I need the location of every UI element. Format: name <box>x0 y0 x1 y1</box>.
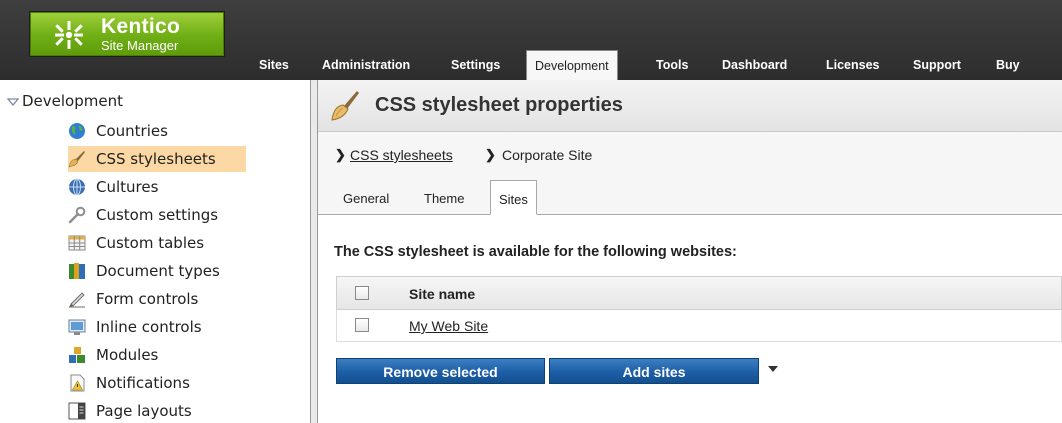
tab-theme[interactable]: Theme <box>424 191 464 206</box>
remove-selected-button[interactable]: Remove selected <box>336 358 545 384</box>
tree-item-page-layouts[interactable]: Page layouts <box>68 398 248 423</box>
row-checkbox[interactable] <box>355 318 369 332</box>
tree-item-modules[interactable]: Modules <box>68 342 248 368</box>
tree-item-custom-tables[interactable]: Custom tables <box>68 230 248 256</box>
tree-item-inline-controls[interactable]: Inline controls <box>68 314 248 340</box>
tree-item-document-types[interactable]: Document types <box>68 258 248 284</box>
brush-icon <box>331 91 359 121</box>
breadcrumb-current: Corporate Site <box>502 147 593 163</box>
tree-root-development[interactable]: Development <box>22 92 123 110</box>
tab-dashboard[interactable]: Dashboard <box>722 50 787 80</box>
breadcrumb-arrow-icon: ❯ <box>335 147 346 162</box>
tab-settings[interactable]: Settings <box>451 50 500 80</box>
sites-heading: The CSS stylesheet is available for the … <box>334 244 737 260</box>
tab-development[interactable]: Development <box>526 50 618 80</box>
tree-item-custom-settings[interactable]: Custom settings <box>68 202 248 228</box>
breadcrumb: ❯ CSS stylesheets ❯ Corporate Site <box>318 132 1062 184</box>
add-sites-button[interactable]: Add sites <box>549 358 759 384</box>
tab-buy[interactable]: Buy <box>996 50 1020 80</box>
brand-name: Kentico <box>101 15 181 38</box>
tree-item-label: Cultures <box>96 178 159 196</box>
monitor-icon <box>68 319 86 335</box>
culture-globe-icon <box>69 178 85 196</box>
tree-item-form-controls[interactable]: Form controls <box>68 286 248 312</box>
page-layout-icon <box>68 402 86 420</box>
tree-item-cultures[interactable]: Cultures <box>68 174 248 200</box>
tree-item-label: Page layouts <box>96 402 192 420</box>
sites-content: The CSS stylesheet is available for the … <box>318 215 1062 423</box>
property-tabs: General Theme Sites <box>318 180 1062 215</box>
tree-item-label: Countries <box>96 122 168 140</box>
site-link[interactable]: My Web Site <box>409 318 488 334</box>
tree-item-label: Notifications <box>96 374 190 392</box>
tree-item-notifications[interactable]: Notifications <box>68 370 248 396</box>
tree-item-label: Inline controls <box>96 318 202 336</box>
book-icon <box>69 263 85 279</box>
tree-item-label: Modules <box>96 346 159 364</box>
notification-icon <box>70 374 85 392</box>
development-tree: Development Countries CSS stylesheets Cu… <box>0 80 310 423</box>
globe-icon <box>69 123 85 139</box>
page-title-bar: CSS stylesheet properties <box>318 80 1062 132</box>
tree-item-label: Document types <box>96 262 220 280</box>
brush-icon <box>68 151 85 168</box>
tab-tools[interactable]: Tools <box>656 50 688 80</box>
pen-icon <box>69 292 85 308</box>
grid-header: Site name <box>336 276 1062 310</box>
tree-item-label: Custom tables <box>96 234 205 252</box>
tree-item-label: Form controls <box>96 290 199 308</box>
wrench-icon <box>68 206 86 224</box>
more-actions-dropdown-icon[interactable] <box>768 366 778 372</box>
column-site-name[interactable]: Site name <box>409 286 475 302</box>
tree-item-label: CSS stylesheets <box>96 150 216 168</box>
table-row: My Web Site <box>336 310 1062 342</box>
modules-icon <box>69 347 85 363</box>
tab-sites[interactable]: Sites <box>259 50 289 80</box>
tab-administration[interactable]: Administration <box>322 50 410 80</box>
tab-general[interactable]: General <box>343 191 389 206</box>
tab-sites[interactable]: Sites <box>490 180 537 215</box>
content-pane: CSS stylesheet properties ❯ CSS styleshe… <box>318 80 1062 423</box>
select-all-checkbox[interactable] <box>355 286 369 300</box>
tab-support[interactable]: Support <box>913 50 961 80</box>
tree-item-css-stylesheets[interactable]: CSS stylesheets <box>68 146 246 172</box>
tree-item-countries[interactable]: Countries <box>68 118 248 144</box>
top-header: Kentico Site Manager Sites Administratio… <box>0 0 1062 80</box>
collapse-triangle-icon[interactable] <box>7 98 19 106</box>
tree-item-label: Custom settings <box>96 206 219 224</box>
table-icon <box>68 235 86 251</box>
pane-splitter[interactable] <box>310 80 318 423</box>
tab-licenses[interactable]: Licenses <box>826 50 880 80</box>
page-title: CSS stylesheet properties <box>375 94 623 116</box>
breadcrumb-arrow-icon: ❯ <box>485 147 496 162</box>
main-nav: Sites Administration Settings Developmen… <box>0 40 1062 80</box>
breadcrumb-link-css-stylesheets[interactable]: CSS stylesheets <box>350 147 453 163</box>
